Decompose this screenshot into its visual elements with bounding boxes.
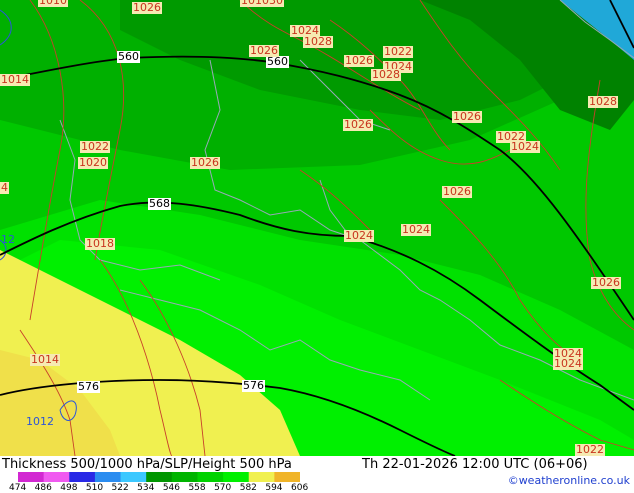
slp-label: 1026 <box>190 156 220 169</box>
slp-label: 1018 <box>85 237 115 250</box>
height-label: 576 <box>242 379 265 392</box>
legend-swatch <box>223 472 250 482</box>
slp-label: 1026 <box>132 1 162 14</box>
height-label: 576 <box>77 380 100 393</box>
slp-label: 1026 <box>591 276 621 289</box>
height-label: 560 <box>266 55 289 68</box>
legend-swatch <box>94 472 122 482</box>
slp-label: 1026 <box>343 118 373 131</box>
legend-tick-label: 594 <box>265 483 283 493</box>
legend-tick-label: 606 <box>291 483 309 493</box>
weather-map: 560 560 568 576 576 1010 1026 101030 102… <box>0 0 634 456</box>
slp-label: 1026 <box>442 185 472 198</box>
slp-label: 1028 <box>371 68 401 81</box>
color-legend <box>18 472 300 482</box>
legend-tick-label: 534 <box>137 483 155 493</box>
legend-tick-label: 474 <box>9 483 27 493</box>
legend-tick-label: 498 <box>60 483 78 493</box>
legend-swatch <box>171 472 198 482</box>
valid-time: Th 22-01-2026 12:00 UTC (06+06) <box>362 457 588 472</box>
legend-tick-label: 582 <box>239 483 257 493</box>
legend-tick-label: 558 <box>188 483 206 493</box>
slp-label: 1010 <box>38 0 68 7</box>
slp-label: 1024 <box>401 223 431 236</box>
slp-label: 1024 <box>510 140 540 153</box>
slp-label: 1028 <box>303 35 333 48</box>
slp-label: 12 <box>1 233 15 246</box>
slp-label: 1026 <box>249 44 279 57</box>
slp-label: 1020 <box>78 156 108 169</box>
footer: Thickness 500/1000 hPa/SLP/Height 500 hP… <box>0 456 634 493</box>
legend-swatch <box>248 472 275 482</box>
slp-label: 1014 <box>0 73 30 86</box>
legend-swatch <box>274 472 300 482</box>
legend-tick-label: 486 <box>34 483 52 493</box>
legend-tick-label: 522 <box>111 483 129 493</box>
legend-tick-label: 546 <box>162 483 180 493</box>
height-label: 560 <box>117 50 140 63</box>
slp-label: 1012 <box>26 415 54 428</box>
legend-tick-label: 510 <box>85 483 104 493</box>
slp-label: 101030 <box>240 0 284 7</box>
slp-label: 1024 <box>344 229 374 242</box>
map-title: Thickness 500/1000 hPa/SLP/Height 500 hP… <box>2 457 292 472</box>
slp-label: 4 <box>0 181 9 194</box>
legend-swatch <box>69 472 96 482</box>
slp-label: 1024 <box>553 357 583 370</box>
slp-label: 1022 <box>383 45 413 58</box>
legend-swatch <box>197 472 224 482</box>
credit-text: ©weatheronline.co.uk <box>507 474 630 487</box>
height-label: 568 <box>148 197 171 210</box>
slp-label: 1026 <box>452 110 482 123</box>
slp-label: 1014 <box>30 353 60 366</box>
slp-label: 1022 <box>575 443 605 456</box>
slp-label: 1026 <box>344 54 374 67</box>
slp-label: 1028 <box>588 95 618 108</box>
legend-swatch <box>120 472 147 482</box>
legend-swatch <box>43 472 70 482</box>
legend-tick-label: 570 <box>214 483 232 493</box>
legend-swatch <box>146 472 173 482</box>
slp-label: 1022 <box>80 140 110 153</box>
